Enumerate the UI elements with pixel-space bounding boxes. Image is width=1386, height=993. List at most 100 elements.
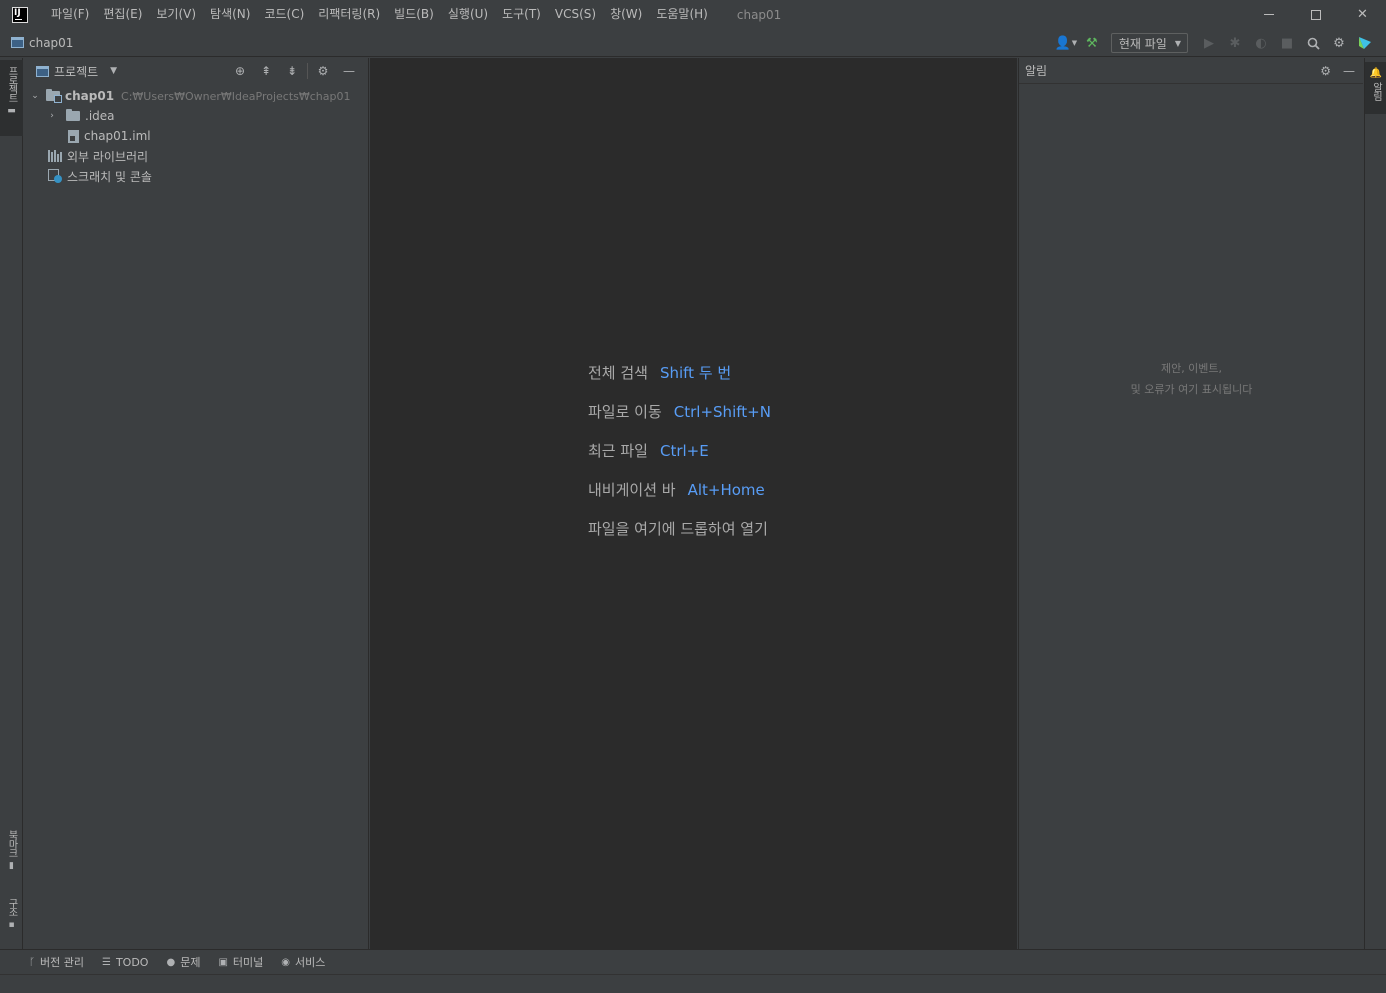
notifications-tool-tab[interactable]: 🔔 알림 [1365,62,1386,114]
bell-icon: 🔔 [1369,68,1383,79]
tree-node-label: 외부 라이브러리 [67,149,149,164]
collapse-all-icon[interactable]: ⇟ [279,64,305,78]
bookmark-icon: ▮ [9,861,14,871]
notifications-title: 알림 [1025,64,1048,78]
tree-node-root[interactable]: ⌄ chap01 C:₩Users₩Owner₩IdeaProjects₩cha… [24,86,368,106]
bottom-tool-strip: ᚴ 버전 관리 ☰ TODO ● 문제 ▣ 터미널 ◉ 서비스 [0,949,1386,974]
menu-run[interactable]: 실행(U) [441,0,495,29]
navigation-bar: chap01 👤 ▼ ⚒ 현재 파일 ▼ ▶ ✱ ◐ ■ ⚙ [0,29,1386,57]
tab-todo[interactable]: ☰ TODO [102,956,148,969]
tree-node-idea[interactable]: › .idea [24,106,368,126]
hammer-icon: ⚒ [1086,35,1098,51]
coverage-icon: ◐ [1255,35,1267,51]
menu-edit[interactable]: 편집(E) [96,0,149,29]
menu-build[interactable]: 빌드(B) [387,0,441,29]
hint-shortcut: Ctrl+E [659,441,709,460]
debug-button[interactable]: ✱ [1222,29,1248,57]
tab-terminal[interactable]: ▣ 터미널 [218,954,263,970]
services-icon: ◉ [281,956,291,968]
menu-tools[interactable]: 도구(T) [495,0,548,29]
stop-icon: ■ [1280,35,1294,51]
hint-label: 전체 검색 [588,364,648,382]
project-panel-title[interactable]: 프로젝트 [54,63,98,80]
menu-window[interactable]: 창(W) [603,0,649,29]
hint-shortcut: Ctrl+Shift+N [673,402,771,421]
hint-search-everywhere: 전체 검색 Shift 두 번 [588,353,771,392]
bookmarks-tool-tab[interactable]: 북마크 ▮ [0,830,23,888]
settings-button[interactable]: ⚙ [1326,29,1352,57]
hint-navigation-bar: 내비게이션 바 Alt+Home [588,470,771,509]
structure-tool-tab-label: 구조 [6,898,17,916]
user-account-button[interactable]: 👤 ▼ [1053,29,1079,57]
project-tool-tab[interactable]: 프로젝트 ▬ [0,60,23,136]
hint-recent-files: 최근 파일 Ctrl+E [588,431,771,470]
tree-node-scratches[interactable]: 스크래치 및 콘솔 [24,166,368,186]
menu-code[interactable]: 코드(C) [257,0,311,29]
module-icon [11,37,24,48]
menu-view[interactable]: 보기(V) [149,0,203,29]
project-panel-actions: ⊕ ⇞ ⇟ ⚙ — [227,58,362,84]
menu-navigate[interactable]: 탐색(N) [203,0,257,29]
maximize-button[interactable] [1292,0,1339,29]
tab-version-control[interactable]: ᚴ 버전 관리 [29,954,84,970]
gear-icon[interactable]: ⚙ [310,64,336,78]
code-with-me-button[interactable] [1352,29,1378,57]
chevron-down-icon: ▼ [1174,38,1181,48]
folder-icon [66,109,80,121]
notifications-empty-line1: 제안, 이벤트, [1160,362,1223,375]
chevron-down-icon: ▼ [1071,39,1078,47]
tree-node-external-libraries[interactable]: 외부 라이브러리 [24,146,368,166]
close-button[interactable]: ✕ [1339,0,1386,29]
notifications-actions: ⚙ — [1320,58,1355,84]
tab-services[interactable]: ◉ 서비스 [281,954,325,970]
tree-node-label: chap01 [65,89,115,103]
hide-icon[interactable]: — [1343,64,1355,78]
code-with-me-icon [1359,37,1371,49]
tree-node-label: chap01.iml [84,129,151,143]
menu-file[interactable]: 파일(F) [44,0,96,29]
play-icon: ▶ [1204,35,1214,51]
breadcrumb[interactable]: chap01 [11,36,73,50]
chevron-right-icon[interactable]: › [45,111,59,121]
window-title: chap01 [736,7,782,22]
gear-icon[interactable]: ⚙ [1320,64,1331,78]
chevron-down-icon[interactable]: ⌄ [28,91,42,101]
notifications-header: 알림 ⚙ — [1019,58,1363,84]
run-button[interactable]: ▶ [1196,29,1222,57]
project-view-icon [36,65,49,77]
editor-empty-area[interactable]: 전체 검색 Shift 두 번 파일로 이동 Ctrl+Shift+N 최근 파… [370,58,1017,949]
maximize-icon [1310,9,1321,20]
run-configuration-select[interactable]: 현재 파일 ▼ [1110,33,1188,53]
hint-shortcut: Shift 두 번 [659,364,732,382]
tree-node-label: 스크래치 및 콘솔 [67,169,152,184]
build-button[interactable]: ⚒ [1079,29,1105,57]
menu-vcs[interactable]: VCS(S) [548,0,603,29]
tree-node-iml[interactable]: chap01.iml [24,126,368,146]
minimize-button[interactable] [1245,0,1292,29]
hide-icon[interactable]: — [336,64,362,78]
window-controls: ✕ [1245,0,1386,29]
hint-label: 내비게이션 바 [588,481,676,499]
select-opened-file-icon[interactable]: ⊕ [227,64,253,78]
tab-problems[interactable]: ● 문제 [166,954,200,970]
tree-node-path: C:₩Users₩Owner₩IdeaProjects₩chap01 [121,89,351,103]
menu-refactor[interactable]: 리팩터링(R) [311,0,387,29]
status-bar [0,974,1386,993]
menu-help[interactable]: 도움말(H) [649,0,715,29]
left-tool-strip: 프로젝트 ▬ 북마크 ▮ 구조 ▪ [0,58,23,949]
structure-tool-tab[interactable]: 구조 ▪ [0,898,23,942]
tree-node-label: .idea [85,109,115,123]
coverage-button[interactable]: ◐ [1248,29,1274,57]
scratches-icon [48,169,62,183]
user-icon: 👤 [1054,35,1071,51]
hint-go-to-file: 파일로 이동 Ctrl+Shift+N [588,392,771,431]
notifications-tool-tab-label: 알림 [1370,82,1382,100]
notifications-panel: 알림 ⚙ — 제안, 이벤트, 및 오류가 여기 표시됩니다 [1018,58,1363,949]
expand-all-icon[interactable]: ⇞ [253,64,279,78]
hint-label: 최근 파일 [588,442,648,460]
chevron-down-icon[interactable]: ▼ [110,66,117,76]
project-panel-header: 프로젝트 ▼ ⊕ ⇞ ⇟ ⚙ — [24,58,368,84]
search-button[interactable] [1300,29,1326,57]
intellij-logo-icon[interactable] [12,6,28,23]
stop-button[interactable]: ■ [1274,29,1300,57]
